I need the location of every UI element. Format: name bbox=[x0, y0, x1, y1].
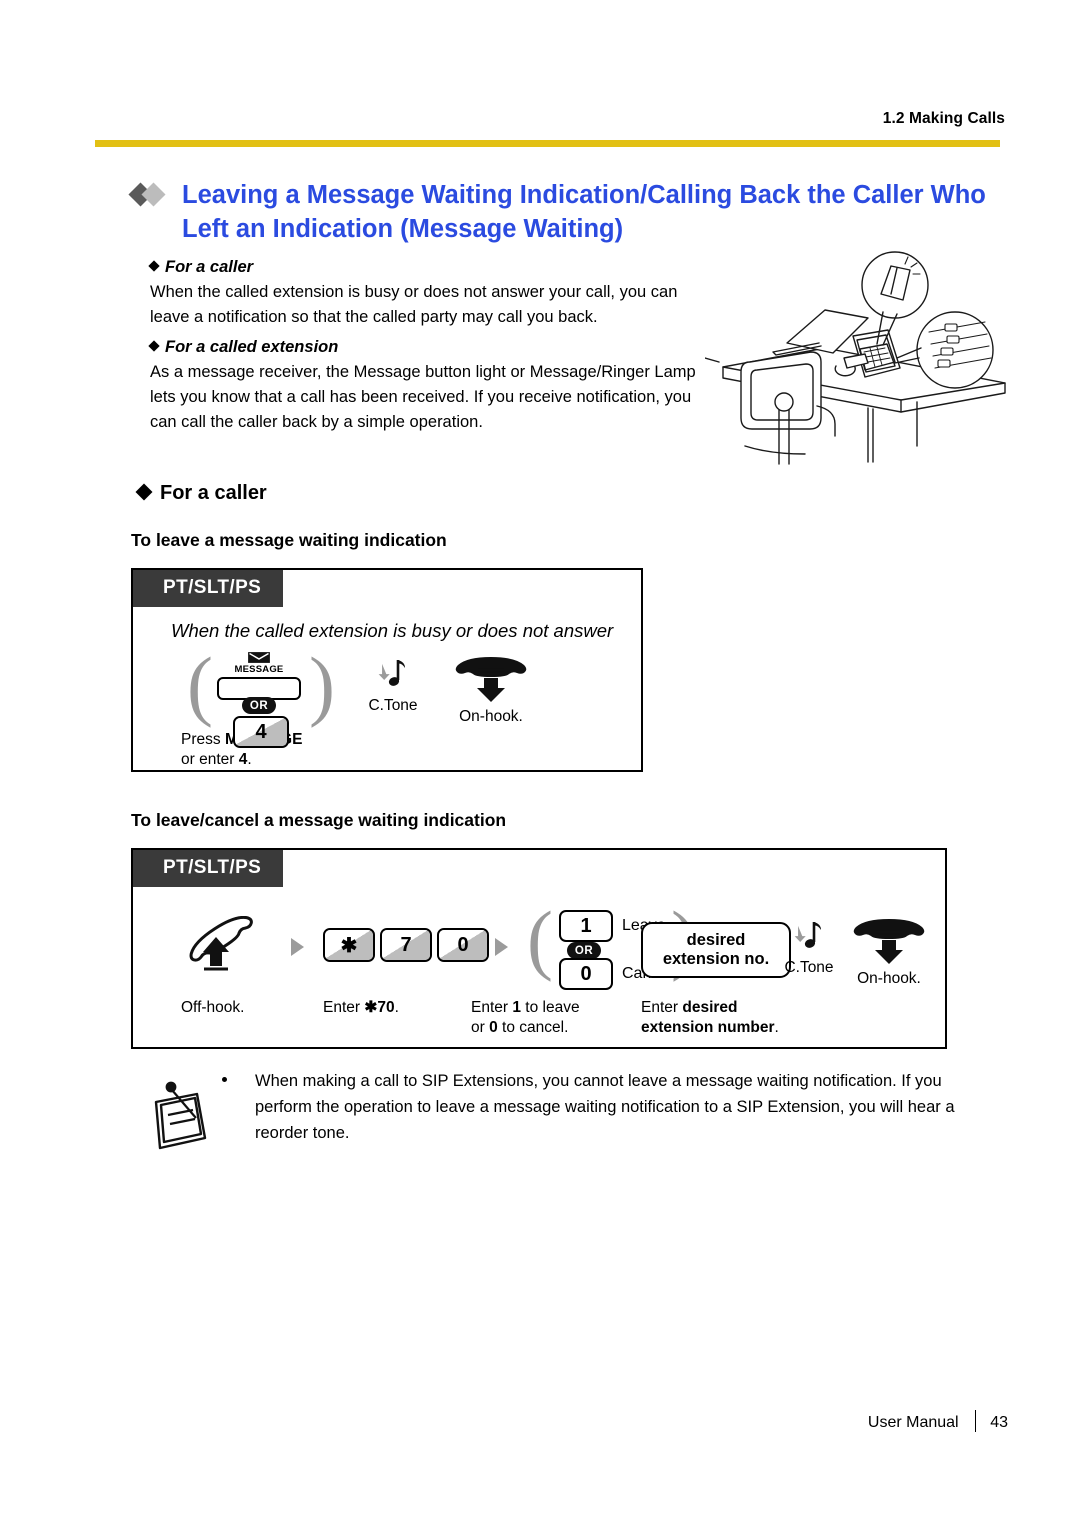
footer-label: User Manual bbox=[867, 1414, 959, 1431]
diamond-bullet-icon bbox=[148, 340, 160, 352]
page-title: Leaving a Message Waiting Indication/Cal… bbox=[182, 181, 986, 243]
off-hook-group bbox=[173, 916, 283, 972]
intro-caller-heading-text: For a caller bbox=[165, 258, 254, 276]
desk-with-phone-illustration bbox=[704, 250, 1010, 465]
on-hook-group: On-hook. bbox=[839, 916, 939, 988]
confirmation-tone-group: C.Tone bbox=[771, 918, 847, 977]
intro-called-heading: For a called extension bbox=[148, 336, 716, 358]
notepad-pencil-icon bbox=[150, 1072, 225, 1152]
desired-extension-line1: desired bbox=[686, 931, 746, 949]
section-heading-text: For a caller bbox=[160, 482, 267, 504]
step-label-enter-code: Enter ✱70. bbox=[323, 999, 399, 1016]
manual-page: 1.2 Making Calls Leaving a Message Waiti… bbox=[0, 0, 1080, 1528]
keypad-key-4[interactable]: 4 bbox=[233, 716, 289, 748]
on-hook-handset-icon bbox=[853, 919, 925, 964]
dialed-code-keys[interactable]: ✱ 7 0 bbox=[323, 928, 489, 962]
on-hook-handset-icon bbox=[455, 657, 527, 702]
on-hook-group: On-hook. bbox=[441, 654, 541, 726]
or-separator-pill: OR bbox=[567, 942, 601, 959]
step-label-off-hook: Off-hook. bbox=[181, 999, 245, 1016]
intro-caller-text: When the called extension is busy or doe… bbox=[150, 283, 678, 326]
footer-page-number: 43 bbox=[990, 1414, 1008, 1431]
flow-arrow-2 bbox=[495, 938, 508, 956]
on-hook-label: On-hook. bbox=[857, 970, 921, 987]
desired-extension-line2: extension no. bbox=[662, 950, 770, 968]
off-hook-handset-icon bbox=[189, 916, 253, 971]
procedure-box-leave-indication: PT/SLT/PS When the called extension is b… bbox=[131, 568, 643, 772]
phone-type-tag: PT/SLT/PS bbox=[133, 570, 284, 607]
diamond-bullet-icon bbox=[135, 483, 153, 501]
note-block: When making a call to SIP Extensions, yo… bbox=[222, 1068, 1000, 1146]
on-hook-label: On-hook. bbox=[459, 708, 523, 725]
intro-called-heading-text: For a called extension bbox=[165, 338, 339, 356]
section-heading-for-a-caller: For a caller bbox=[135, 482, 267, 505]
footer-divider bbox=[974, 1410, 977, 1432]
intro-caller-heading: For a caller bbox=[148, 256, 716, 278]
step-label-enter-extension: Enter desired extension number. bbox=[641, 999, 779, 1036]
tone-note-icon bbox=[794, 922, 821, 948]
message-button-label: MESSAGE bbox=[234, 664, 284, 675]
bullet-dot bbox=[222, 1077, 227, 1082]
intro-block: For a caller When the called extension i… bbox=[148, 256, 716, 438]
keypad-key-7[interactable]: 7 bbox=[380, 928, 432, 962]
procedure-box-leave-cancel: PT/SLT/PS Off-hook. ✱ 7 0 Enter ✱70. (1… bbox=[131, 848, 947, 1049]
subheading-to-leave-indication: To leave a message waiting indication bbox=[131, 530, 447, 550]
keypad-key-1[interactable]: 1 bbox=[559, 910, 613, 942]
page-title-block: Leaving a Message Waiting Indication/Cal… bbox=[128, 178, 1012, 246]
note-text: When making a call to SIP Extensions, yo… bbox=[255, 1072, 955, 1142]
double-diamond-icon bbox=[128, 182, 178, 207]
envelope-icon bbox=[248, 652, 270, 663]
or-separator-pill: OR bbox=[242, 697, 276, 714]
step-label-leave-or-cancel: Enter 1 to leave or 0 to cancel. bbox=[471, 999, 580, 1036]
message-button[interactable]: MESSAGE bbox=[217, 652, 301, 700]
confirmation-tone-label: C.Tone bbox=[368, 697, 418, 714]
page-footer: User Manual 43 bbox=[0, 1410, 1008, 1432]
keypad-key-0-cancel[interactable]: 0 bbox=[559, 958, 613, 990]
header-section-label: 1.2 Making Calls bbox=[882, 110, 1005, 127]
confirmation-tone-group: C.Tone bbox=[355, 656, 431, 715]
keypad-key-star[interactable]: ✱ bbox=[323, 928, 375, 962]
desired-extension-input[interactable]: desired extension no. bbox=[641, 922, 791, 978]
subheading-to-leave-cancel-indication: To leave/cancel a message waiting indica… bbox=[131, 810, 507, 830]
flow-arrow-1 bbox=[291, 938, 304, 956]
phone-type-tag: PT/SLT/PS bbox=[133, 850, 284, 887]
keypad-key-0[interactable]: 0 bbox=[437, 928, 489, 962]
tone-note-icon bbox=[378, 660, 405, 686]
procedure-caption: When the called extension is busy or doe… bbox=[171, 620, 614, 641]
header-rule bbox=[95, 140, 1000, 147]
message-key-group: ( ) MESSAGE OR 4 bbox=[187, 646, 335, 748]
diamond-bullet-icon bbox=[148, 260, 160, 272]
intro-called-text: As a message receiver, the Message butto… bbox=[150, 363, 696, 431]
confirmation-tone-label: C.Tone bbox=[784, 959, 834, 976]
